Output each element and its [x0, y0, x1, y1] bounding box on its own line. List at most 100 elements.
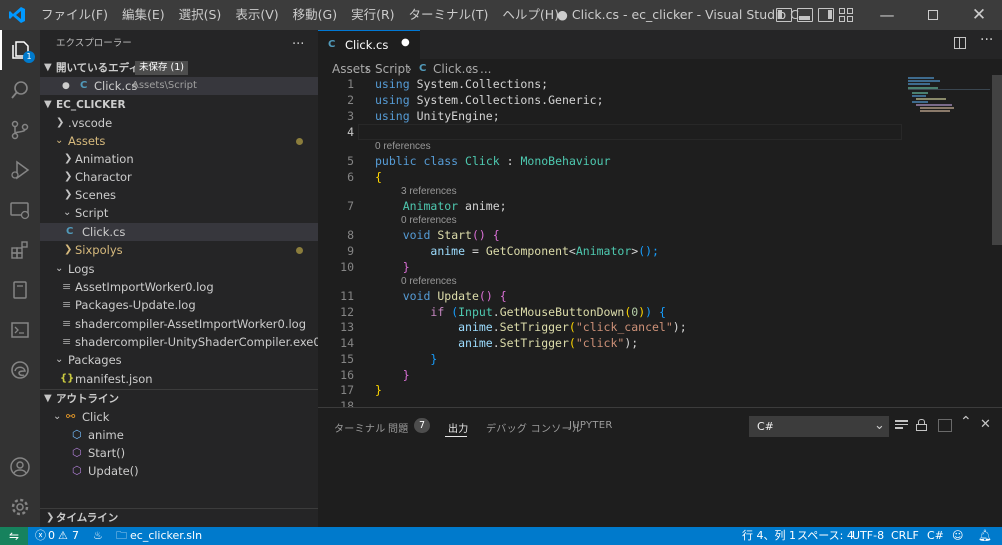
toggle-panel-icon[interactable]	[797, 8, 813, 22]
unsaved-dot-icon[interactable]: ●	[62, 77, 70, 95]
notifications-bell-icon[interactable]: 🔔︎	[978, 527, 992, 545]
timeline-header[interactable]: ❯ タイムライン	[40, 509, 318, 527]
menu-help[interactable]: ヘルプ(H)	[495, 0, 566, 30]
remote-indicator-icon[interactable]: ⇋	[0, 527, 28, 545]
codelens-references[interactable]: 0 references	[401, 276, 457, 287]
feedback-icon[interactable]: ☺	[952, 527, 963, 545]
code-line[interactable]: anime.SetTrigger("click");	[375, 336, 638, 350]
tree-item-log4[interactable]: ≡ shadercompiler-UnityShaderCompiler.exe…	[40, 333, 342, 351]
tree-item-log2[interactable]: ≡ Packages-Update.log	[40, 296, 318, 314]
remote-explorer-icon[interactable]	[0, 190, 40, 230]
breadcrumb-script[interactable]: Script	[375, 59, 410, 79]
tree-item-vscode[interactable]: ❯ .vscode	[40, 114, 318, 132]
close-panel-icon[interactable]: ✕	[980, 417, 991, 432]
settings-gear-icon[interactable]	[0, 487, 40, 527]
edge-icon[interactable]	[0, 350, 40, 390]
tree-item-packages[interactable]: ⌄ Packages	[40, 351, 318, 369]
toggle-primary-sidebar-icon[interactable]	[776, 8, 792, 22]
account-icon[interactable]	[0, 447, 40, 487]
panel-tab-terminal[interactable]: ターミナル	[334, 420, 386, 435]
outline-item-update[interactable]: ⬡ Update()	[40, 462, 318, 480]
extensions-icon[interactable]	[0, 230, 40, 270]
tree-item-assets[interactable]: ⌄ Assets	[40, 132, 318, 150]
clear-output-icon[interactable]	[895, 420, 908, 432]
breadcrumb-symbol[interactable]: ...	[480, 59, 491, 79]
scrollbar-thumb[interactable]	[992, 75, 1002, 245]
search-icon[interactable]	[0, 70, 40, 110]
errors-icon[interactable]: ⓧ	[35, 527, 46, 545]
maximize-panel-icon[interactable]: ⌃	[960, 414, 972, 430]
menu-file[interactable]: ファイル(F)	[34, 0, 115, 30]
code-line[interactable]: }	[375, 383, 382, 397]
code-line[interactable]: anime = GetComponent<Animator>();	[375, 244, 659, 258]
maximize-icon[interactable]	[910, 0, 956, 30]
output-channel-select[interactable]: C# ⌄	[749, 416, 889, 437]
warning-icon[interactable]: ⚠	[58, 527, 68, 545]
code-line[interactable]: void Start() {	[375, 228, 500, 242]
code-line[interactable]: }	[375, 352, 437, 366]
encoding[interactable]: UTF-8	[852, 527, 884, 545]
tree-item-script[interactable]: ⌄ Script	[40, 204, 318, 222]
outline-header[interactable]: ▼ アウトライン	[40, 390, 318, 408]
code-line[interactable]: anime.SetTrigger("click_cancel");	[375, 320, 687, 334]
codelens-references[interactable]: 3 references	[401, 186, 457, 197]
testing-icon[interactable]	[0, 270, 40, 310]
open-editors-header[interactable]: ▼ 開いているエディター 未保存 (1)	[40, 59, 318, 77]
minimize-icon[interactable]: —	[864, 0, 910, 30]
menu-view[interactable]: 表示(V)	[228, 0, 285, 30]
more-actions-icon[interactable]: ···	[980, 32, 993, 48]
code-line[interactable]: public class Click : MonoBehaviour	[375, 154, 611, 168]
unsaved-dot-icon[interactable]: ●	[401, 37, 410, 48]
tree-item-scenes[interactable]: ❯ Scenes	[40, 186, 318, 204]
outline-item-class[interactable]: ⌄ ⚯ Click	[40, 408, 318, 426]
error-count[interactable]: 0	[48, 527, 55, 545]
explorer-icon[interactable]: 1	[0, 30, 40, 70]
code-line[interactable]: using UnityEngine;	[375, 109, 500, 123]
menu-selection[interactable]: 選択(S)	[172, 0, 229, 30]
tab-click-cs[interactable]: C Click.cs ●	[318, 30, 420, 59]
code-line[interactable]: Animator anime;	[375, 199, 507, 213]
customize-layout-icon[interactable]	[839, 8, 855, 22]
more-actions-icon[interactable]: ...	[292, 32, 304, 50]
code-line[interactable]: if (Input.GetMouseButtonDown(0)) {	[375, 305, 666, 319]
terminal-icon[interactable]	[0, 310, 40, 350]
flame-icon[interactable]: ♨	[93, 527, 103, 545]
solution-name[interactable]: ec_clicker.sln	[130, 527, 202, 545]
panel-tab-problems[interactable]: 問題	[388, 420, 409, 435]
menu-run[interactable]: 実行(R)	[344, 0, 401, 30]
tree-item-charactor[interactable]: ❯ Charactor	[40, 168, 318, 186]
language-mode[interactable]: C#	[927, 527, 944, 545]
outline-item-start[interactable]: ⬡ Start()	[40, 444, 318, 462]
tree-item-log1[interactable]: ≡ AssetImportWorker0.log	[40, 278, 318, 296]
cursor-position[interactable]: 行 4、列 1	[742, 527, 796, 545]
line-ending[interactable]: CRLF	[891, 527, 919, 545]
warning-count[interactable]: 7	[72, 527, 79, 545]
panel-tab-output[interactable]: 出力	[448, 420, 469, 435]
code-line[interactable]: {	[375, 170, 382, 184]
codelens-references[interactable]: 0 references	[401, 215, 457, 226]
menu-edit[interactable]: 編集(E)	[115, 0, 172, 30]
tree-item-click-cs[interactable]: C Click.cs	[40, 223, 318, 241]
tree-item-manifest[interactable]: {} manifest.json	[40, 370, 318, 388]
tree-item-logs[interactable]: ⌄ Logs	[40, 260, 318, 278]
outline-item-anime[interactable]: ⬡ anime	[40, 426, 318, 444]
code-line[interactable]: }	[375, 368, 410, 382]
open-editor-item-click-cs[interactable]: ● C Click.cs Assets\Script	[40, 77, 318, 95]
project-header[interactable]: ▼ EC_CLICKER	[40, 96, 318, 114]
lock-icon[interactable]	[916, 419, 927, 432]
close-window-icon[interactable]: ✕	[956, 0, 1002, 30]
open-log-file-icon[interactable]	[938, 419, 952, 432]
code-line[interactable]: using System.Collections.Generic;	[375, 93, 604, 107]
codelens-references[interactable]: 0 references	[375, 141, 431, 152]
run-debug-icon[interactable]	[0, 150, 40, 190]
menu-terminal[interactable]: ターミナル(T)	[402, 0, 496, 30]
code-line[interactable]: using System.Collections;	[375, 77, 548, 91]
indentation[interactable]: スペース: 4	[797, 527, 854, 545]
code-line[interactable]: void Update() {	[375, 289, 507, 303]
toggle-secondary-sidebar-icon[interactable]	[818, 8, 834, 22]
source-control-icon[interactable]	[0, 110, 40, 150]
minimap[interactable]	[908, 75, 990, 175]
tree-item-log3[interactable]: ≡ shadercompiler-AssetImportWorker0.log	[40, 315, 318, 333]
code-line[interactable]: }	[375, 260, 410, 274]
panel-tab-debug-console[interactable]: デバッグ コンソール	[486, 420, 582, 435]
